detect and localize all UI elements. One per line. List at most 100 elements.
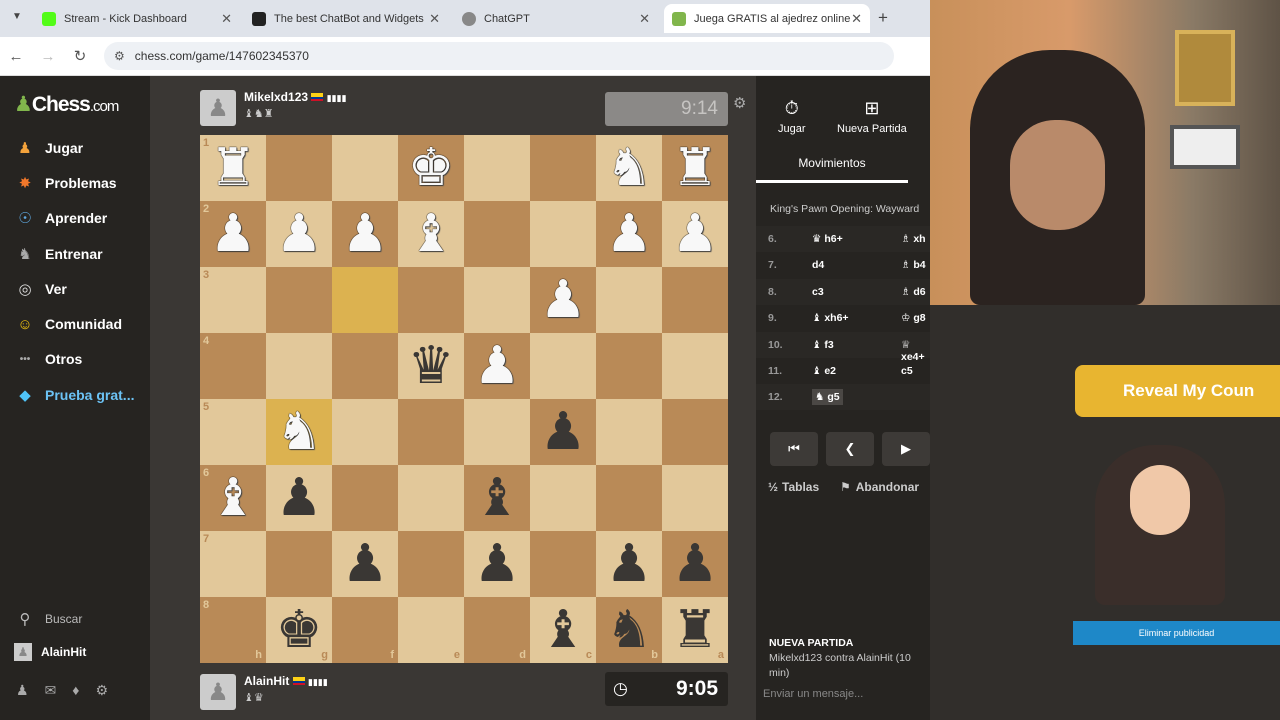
close-icon[interactable]: ✕ [851,11,862,27]
sidebar-item-jugar[interactable]: ♟ Jugar [14,135,83,161]
gear-icon[interactable]: ⚙ [733,94,746,112]
board-square[interactable]: ♟ [596,531,662,597]
board-square[interactable]: a ♜ [662,597,728,663]
board-square[interactable] [332,399,398,465]
black-rook-piece[interactable]: ♜ [662,597,728,663]
move-row[interactable]: 9. ♝ xh6+ ♔ g8 [756,305,930,331]
board-square[interactable]: g ♚ [266,597,332,663]
sidebar-item-otros[interactable]: ••• Otros [14,346,83,372]
black-bishop-piece[interactable]: ♝ [530,597,596,663]
tab-moves[interactable]: Movimientos [756,156,908,183]
move-row[interactable]: 12. ♞ g5 [756,384,930,410]
new-tab-icon[interactable]: + [878,8,888,28]
board-square[interactable] [662,333,728,399]
board-square[interactable] [662,465,728,531]
board-square[interactable]: ♟ [596,201,662,267]
board-square[interactable]: ♞ [596,135,662,201]
black-pawn-piece[interactable]: ♟ [332,531,398,597]
board-square[interactable] [464,201,530,267]
tab-chess[interactable]: Juega GRATIS al ajedrez online ✕ [664,4,870,33]
reload-icon[interactable]: ↻ [64,47,96,65]
sidebar-item-entrenar[interactable]: ♞ Entrenar [14,241,102,267]
white-king-piece[interactable]: ♚ [398,135,464,201]
white-bishop-piece[interactable]: ♝ [398,201,464,267]
white-knight-piece[interactable]: ♞ [596,135,662,201]
board-square[interactable] [530,531,596,597]
move-row[interactable]: 8. c3 ♗ d6 [756,279,930,305]
back-icon[interactable]: ← [0,48,32,65]
play-tool[interactable]: ⏱ Jugar [778,98,806,135]
board-square[interactable] [530,135,596,201]
board-square[interactable]: ♟ [332,531,398,597]
board-square[interactable]: 4 [200,333,266,399]
bottom-player[interactable]: ♟ AlainHit ▮▮▮▮ ♝♛ [200,674,328,710]
black-king-piece[interactable]: ♚ [266,597,332,663]
board-square[interactable]: ♝ [464,465,530,531]
forward-icon[interactable]: → [32,48,64,65]
white-pawn-piece[interactable]: ♟ [332,201,398,267]
board-square[interactable]: 2 ♟ [200,201,266,267]
white-pawn-piece[interactable]: ♟ [266,201,332,267]
black-pawn-piece[interactable]: ♟ [464,531,530,597]
board-square[interactable]: 7 [200,531,266,597]
tab-kick[interactable]: Stream - Kick Dashboard ✕ [34,4,240,33]
board-square[interactable] [464,135,530,201]
board-square[interactable] [266,333,332,399]
board-square[interactable]: ♝ [398,201,464,267]
board-square[interactable]: 8h [200,597,266,663]
board-square[interactable]: ♚ [398,135,464,201]
chat-input[interactable]: Enviar un mensaje... [763,688,863,700]
board-square[interactable] [596,399,662,465]
board-square[interactable] [596,267,662,333]
board-square[interactable] [530,201,596,267]
notifications-icon[interactable]: ♦ [72,682,79,699]
tab-chatbot[interactable]: The best ChatBot and Widgets ✕ [244,4,448,33]
tab-chatgpt[interactable]: ChatGPT ✕ [454,4,658,33]
move-row[interactable]: 6. ♛ h6+ ♗ xh [756,226,930,252]
close-icon[interactable]: ✕ [221,11,232,27]
play-button[interactable]: ▶ [882,432,930,466]
board-square[interactable]: ♟ [332,201,398,267]
board-square[interactable] [596,465,662,531]
board-square[interactable]: ♟ [662,201,728,267]
user-menu[interactable]: ♟ AlainHit [14,639,86,665]
white-bishop-piece[interactable]: ♝ [200,465,266,531]
move-row[interactable]: 11. ♝ e2 c5 [756,358,930,384]
board-square[interactable] [530,333,596,399]
board-square[interactable]: ♟ [530,267,596,333]
white-rook-piece[interactable]: ♜ [200,135,266,201]
chess-board[interactable]: 1 ♜ ♚ ♞ ♜ 2 ♟ ♟ ♟ ♝ ♟ ♟ 3 ♟ 4 ♛ ♟ 5 ♞ ♟ 6 ♝ ♟ ♝ 7 ♟ ♟ ♟ ♟ 8 h g ♚ f e d c ♝ b ♞… [200,135,728,663]
board-square[interactable]: c ♝ [530,597,596,663]
board-square[interactable]: ♟ [530,399,596,465]
board-square[interactable]: 5 [200,399,266,465]
board-square[interactable] [596,333,662,399]
friends-icon[interactable]: ♟ [16,682,29,699]
board-square[interactable] [398,465,464,531]
black-pawn-piece[interactable]: ♟ [596,531,662,597]
board-square[interactable] [332,465,398,531]
settings-icon[interactable]: ⚙ [95,682,108,699]
move-row[interactable]: 10. ♝ f3 ♕ xe4+ [756,332,930,363]
first-move-button[interactable]: ⏮ [770,432,818,466]
board-square[interactable] [662,267,728,333]
black-pawn-piece[interactable]: ♟ [662,531,728,597]
resign-button[interactable]: ⚑ Abandonar [840,480,919,494]
board-square[interactable] [398,531,464,597]
remove-ads-button[interactable]: Eliminar publicidad [1073,621,1280,645]
board-square[interactable]: ♟ [266,201,332,267]
board-square[interactable]: ♟ [266,465,332,531]
board-square[interactable] [332,267,398,333]
sidebar-item-ver[interactable]: ◎ Ver [14,276,66,302]
board-square[interactable]: ♟ [464,531,530,597]
black-pawn-piece[interactable]: ♟ [530,399,596,465]
board-square[interactable]: ♛ [398,333,464,399]
board-square[interactable]: 1 ♜ [200,135,266,201]
search-button[interactable]: ⚲ Buscar [14,606,83,632]
black-queen-piece[interactable]: ♛ [398,333,464,399]
ad-button[interactable]: Reveal My Coun [1075,365,1280,417]
new-game-tool[interactable]: ⊞ Nueva Partida [837,98,907,135]
board-square[interactable] [464,399,530,465]
board-square[interactable]: b ♞ [596,597,662,663]
board-square[interactable] [266,531,332,597]
board-square[interactable]: f [332,597,398,663]
